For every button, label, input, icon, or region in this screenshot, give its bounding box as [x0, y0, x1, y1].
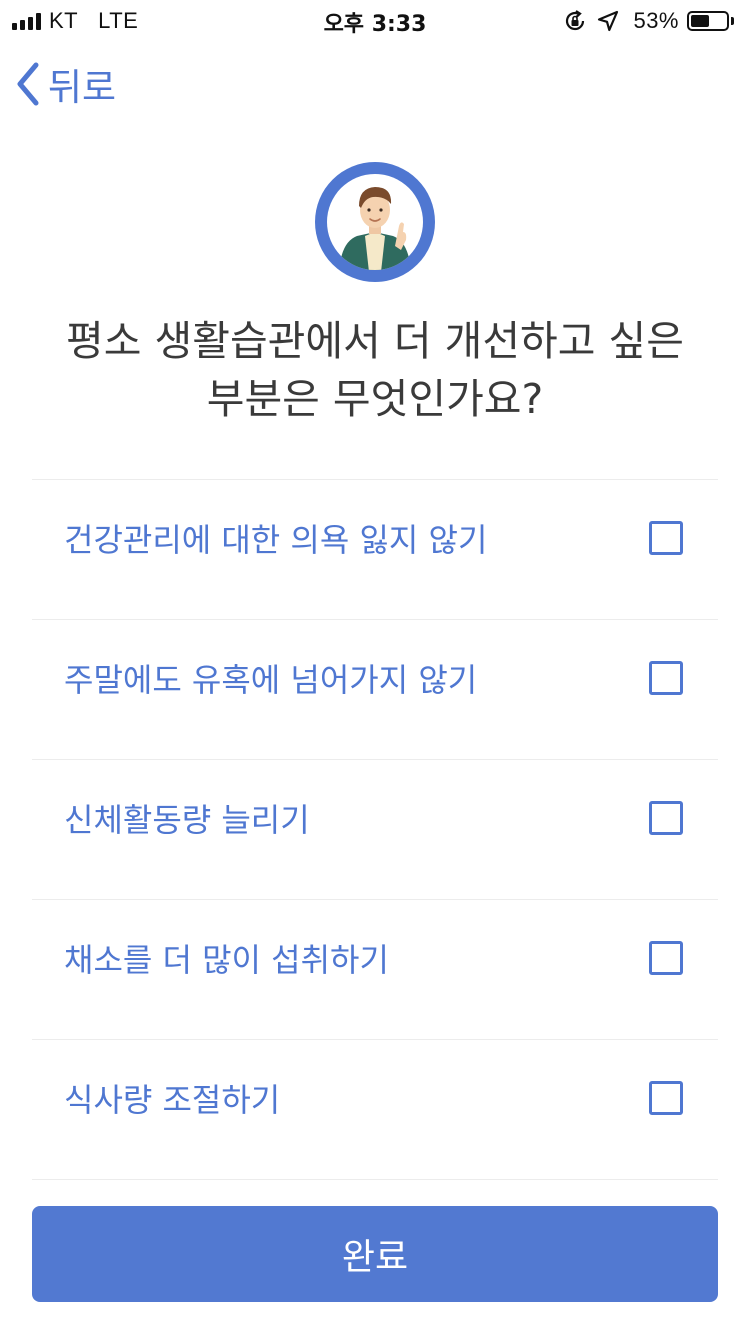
option-label: 신체활동량 늘리기 [64, 801, 310, 839]
option-item-motivation[interactable]: 건강관리에 대한 의욕 잃지 않기 [32, 480, 718, 620]
option-checkbox[interactable] [649, 661, 683, 695]
location-icon [597, 10, 619, 32]
option-label: 식사량 조절하기 [64, 1081, 281, 1119]
option-checkbox[interactable] [649, 941, 683, 975]
option-label: 채소를 더 많이 섭취하기 [64, 941, 389, 979]
option-list: 건강관리에 대한 의욕 잃지 않기 주말에도 유혹에 넘어가지 않기 신체활동량… [32, 479, 718, 1180]
battery-icon [687, 11, 729, 31]
option-label: 건강관리에 대한 의욕 잃지 않기 [64, 521, 488, 559]
option-checkbox[interactable] [649, 521, 683, 555]
done-button[interactable]: 완료 [32, 1206, 718, 1302]
question-line-1: 평소 생활습관에서 더 개선하고 싶은 [66, 317, 684, 365]
battery-fill [691, 15, 709, 27]
question-line-2: 부분은 무엇인가요? [206, 375, 544, 423]
battery-nub [731, 17, 734, 25]
question-title: 평소 생활습관에서 더 개선하고 싶은 부분은 무엇인가요? [0, 312, 750, 428]
status-bar: KT LTE 오후 3:33 53% [0, 0, 750, 40]
option-label: 주말에도 유혹에 넘어가지 않기 [64, 661, 478, 699]
avatar [315, 162, 435, 282]
option-item-activity[interactable]: 신체활동량 늘리기 [32, 760, 718, 900]
option-checkbox[interactable] [649, 801, 683, 835]
orientation-lock-icon [563, 9, 587, 33]
option-item-vegetables[interactable]: 채소를 더 많이 섭취하기 [32, 900, 718, 1040]
option-item-weekend[interactable]: 주말에도 유혹에 넘어가지 않기 [32, 620, 718, 760]
back-button[interactable]: 뒤로 [14, 56, 116, 112]
battery-percent: 53% [633, 8, 679, 33]
option-checkbox[interactable] [649, 1081, 683, 1115]
status-right: 53% [563, 7, 734, 35]
back-label: 뒤로 [48, 66, 117, 109]
done-label: 완료 [341, 1237, 409, 1278]
chevron-left-icon [17, 62, 39, 106]
option-item-portion[interactable]: 식사량 조절하기 [32, 1040, 718, 1180]
